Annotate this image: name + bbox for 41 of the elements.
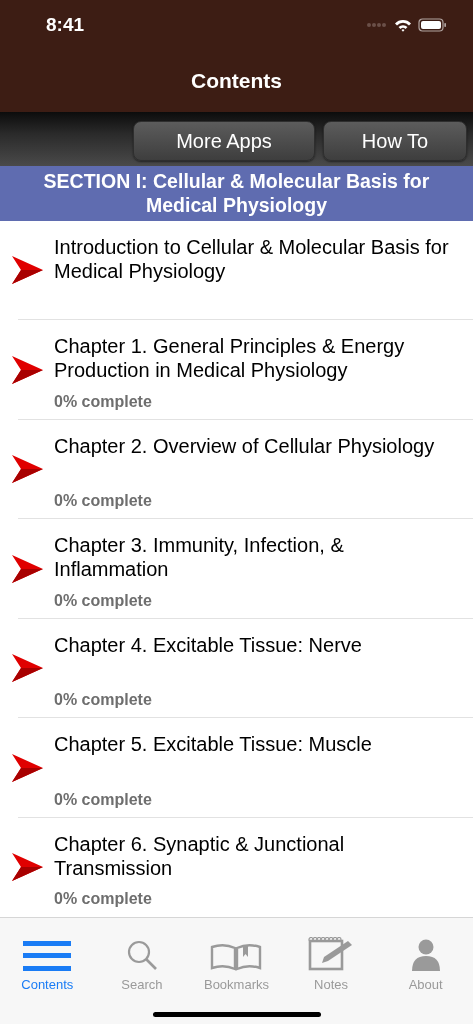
- battery-icon: [418, 18, 447, 32]
- arrow-icon: [12, 553, 44, 584]
- arrow-icon: [12, 653, 44, 684]
- chapter-title: Chapter 3. Immunity, Infection, & Inflammation: [54, 533, 345, 581]
- arrow-icon: [12, 852, 44, 883]
- progress-text: 0% complete: [54, 492, 153, 510]
- chapter-title: Chapter 5. Excitable Tissue: Muscle: [54, 732, 373, 756]
- wifi-icon: [394, 18, 412, 32]
- chapter-row[interactable]: Chapter 6. Synaptic & Junctional Transmission 0% complete: [0, 817, 473, 917]
- toolbar-button[interactable]: More Apps: [133, 121, 315, 162]
- section-header: SECTION I: Cellular & Molecular Basis for Medical Physiology: [0, 166, 473, 221]
- chapter-title: Chapter 1. General Principles & Energy Production in Medical Physiology: [54, 334, 406, 382]
- arrow-icon: [12, 454, 44, 485]
- status-time: 8:41: [46, 14, 85, 36]
- book-icon: [210, 943, 263, 971]
- chapter-title: Chapter 2. Overview of Cellular Physiology: [54, 433, 436, 458]
- chapter-title: Introduction to Cellular & Molecular Basis for Medical Physiology: [54, 234, 450, 283]
- menu-icon: [23, 941, 72, 971]
- arrow-icon: [12, 752, 44, 783]
- chapter-row[interactable]: Introduction to Cellular & Molecular Basis for Medical Physiology: [0, 220, 473, 320]
- chapter-row[interactable]: Chapter 4. Excitable Tissue: Nerve 0% complete: [0, 618, 473, 718]
- progress-text: 0% complete: [54, 392, 153, 411]
- arrow-icon: [12, 255, 44, 286]
- chapter-row[interactable]: Chapter 1. General Principles & Energy Production in Medical Physiology 0% complete: [0, 320, 473, 420]
- chapter-row[interactable]: Chapter 2. Overview of Cellular Physiology 0% complete: [0, 419, 473, 519]
- progress-text: 0% complete: [54, 691, 153, 709]
- chapter-title: Chapter 4. Excitable Tissue: Nerve: [54, 632, 363, 657]
- search-icon: [125, 939, 158, 971]
- nav-title: Contents: [191, 69, 282, 93]
- tab[interactable]: Contents: [0, 926, 95, 992]
- progress-text: 0% complete: [54, 790, 153, 809]
- toolbar-button[interactable]: How To: [323, 121, 467, 162]
- chapter-row[interactable]: Chapter 3. Immunity, Infection, & Inflammation 0% complete: [0, 519, 473, 619]
- person-icon: [411, 939, 440, 971]
- progress-text: 0% complete: [54, 890, 153, 908]
- chapter-row[interactable]: Chapter 5. Excitable Tissue: Muscle 0% complete: [0, 718, 473, 818]
- signal-icon: [366, 22, 388, 28]
- progress-text: 0% complete: [54, 591, 153, 610]
- notepad-icon: [308, 937, 355, 971]
- chapter-title: Chapter 6. Synaptic & Junctional Transmission: [54, 831, 346, 880]
- arrow-icon: [12, 354, 44, 385]
